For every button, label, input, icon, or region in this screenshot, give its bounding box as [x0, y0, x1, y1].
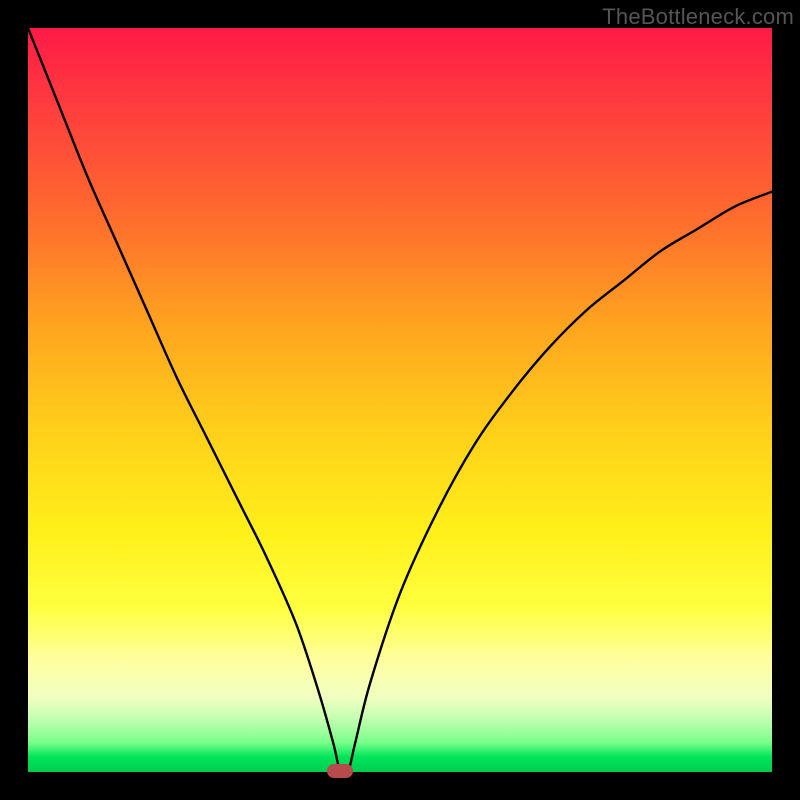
optimum-marker — [327, 764, 353, 778]
plot-area — [28, 28, 772, 772]
bottleneck-curve — [28, 28, 772, 772]
watermark-text: TheBottleneck.com — [602, 4, 794, 30]
chart-frame: TheBottleneck.com — [0, 0, 800, 800]
